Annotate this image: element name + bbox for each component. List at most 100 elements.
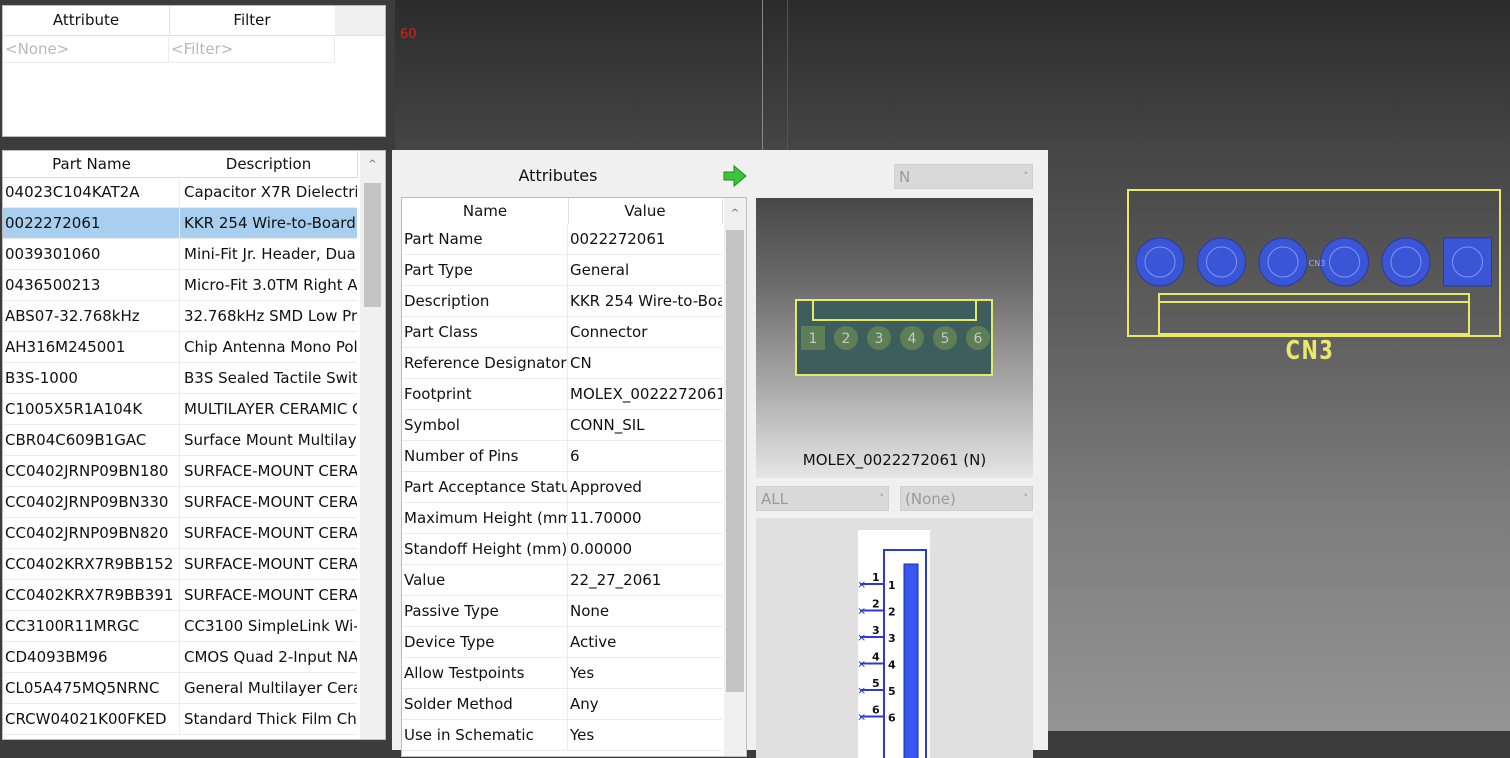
attribute-row[interactable]: Allow Testpoints Yes <box>402 658 722 689</box>
parts-table-row[interactable]: CBR04C609B1GAC Surface Mount Multilaye <box>3 425 357 456</box>
attribute-value-cell[interactable]: KKR 254 Wire-to-Boa <box>568 286 722 316</box>
footprint-pad-number: 3 <box>875 331 884 347</box>
column-header-name[interactable]: Name <box>402 198 569 224</box>
part-description-cell: Micro-Fit 3.0TM Right A <box>184 276 357 294</box>
symbol-preview: × 1 1 × 2 2 × 3 3 × 4 4 × 5 5 × 6 6 <box>756 518 1033 758</box>
attributes-table[interactable]: Name Value Part Name 0022272061 Part Type G… <box>401 197 747 757</box>
attribute-row[interactable]: Part Type General <box>402 255 722 286</box>
attribute-row[interactable]: Number of Pins 6 <box>402 441 722 472</box>
apply-arrow-button[interactable] <box>722 164 748 188</box>
part-name-cell: CC0402JRNP09BN330 <box>3 487 180 517</box>
parts-table-row[interactable]: CRCW04021K00FKED Standard Thick Film Chip <box>3 704 357 735</box>
attribute-value-cell[interactable]: None <box>568 596 722 626</box>
parts-scrollbar[interactable]: ^ <box>360 151 385 739</box>
attribute-row[interactable]: Standoff Height (mm) 0.00000 <box>402 534 722 565</box>
attribute-name-cell: Maximum Height (mm <box>402 503 568 533</box>
attribute-value-cell[interactable]: Connector <box>568 317 722 347</box>
symbol-filter-value: ALL <box>761 490 788 508</box>
pad-refdes-text: CN3 <box>1309 259 1326 268</box>
attribute-row[interactable]: Solder Method Any <box>402 689 722 720</box>
attributes-scrollbar[interactable]: ^ <box>724 198 746 756</box>
attribute-name-cell: Value <box>402 565 568 595</box>
attribute-value-cell[interactable]: Approved <box>568 472 722 502</box>
attribute-row[interactable]: Reference Designator CN <box>402 348 722 379</box>
column-header-attribute[interactable]: Attribute <box>3 6 170 36</box>
pcb-component-cn3[interactable]: CN3 <box>1126 188 1506 338</box>
parts-table-row[interactable]: 0039301060 Mini-Fit Jr. Header, Dual <box>3 239 357 270</box>
attribute-value-cell[interactable]: Yes <box>568 658 722 688</box>
attribute-value-cell[interactable]: 0.00000 <box>568 534 722 564</box>
attribute-value-cell[interactable]: CN <box>568 348 722 378</box>
filter-input-cell[interactable]: <Filter> <box>169 35 335 63</box>
attributes-scroll-thumb[interactable] <box>726 230 744 692</box>
attribute-row[interactable]: Part Name 0022272061 <box>402 224 722 255</box>
part-description-cell: Capacitor X7R Dielectric <box>184 183 357 201</box>
attribute-value-cell[interactable]: CONN_SIL <box>568 410 722 440</box>
attribute-value-cell[interactable]: Active <box>568 627 722 657</box>
parts-table-row[interactable]: CL05A475MQ5NRNC General Multilayer Ceran <box>3 673 357 704</box>
attribute-row[interactable]: Maximum Height (mm 11.70000 <box>402 503 722 534</box>
part-description-cell: General Multilayer Ceran <box>184 679 357 697</box>
parts-table[interactable]: Part Name Description 04023C104KAT2A Capa… <box>2 150 386 740</box>
attribute-value-cell[interactable]: Any <box>568 689 722 719</box>
attribute-value-cell[interactable]: 11.70000 <box>568 503 722 533</box>
parts-table-row[interactable]: CD4093BM96 CMOS Quad 2-Input NA <box>3 642 357 673</box>
parts-scroll-thumb[interactable] <box>364 183 381 307</box>
parts-table-row[interactable]: C1005X5R1A104K MULTILAYER CERAMIC C <box>3 394 357 425</box>
footprint-pad-number: 1 <box>809 331 818 347</box>
part-description-cell: SURFACE-MOUNT CERA <box>184 555 357 573</box>
parts-table-row[interactable]: B3S-1000 B3S Sealed Tactile Switc <box>3 363 357 394</box>
attribute-row[interactable]: Symbol CONN_SIL <box>402 410 722 441</box>
parts-table-row[interactable]: CC3100R11MRGC CC3100 SimpleLink Wi-F <box>3 611 357 642</box>
attributes-title: Attributes <box>518 166 598 185</box>
pin-no-connect-icon: × <box>858 658 866 671</box>
parts-table-row[interactable]: CC0402KRX7R9BB152 SURFACE-MOUNT CERA <box>3 549 357 580</box>
scroll-up-icon[interactable]: ^ <box>360 159 385 170</box>
attribute-value-cell[interactable]: General <box>568 255 722 285</box>
scroll-up-icon[interactable]: ^ <box>724 208 746 219</box>
parts-table-row[interactable]: CC0402JRNP09BN180 SURFACE-MOUNT CERA <box>3 456 357 487</box>
part-name-cell: CBR04C609B1GAC <box>3 425 180 455</box>
parts-table-row[interactable]: CC0402KRX7R9BB391 SURFACE-MOUNT CERA <box>3 580 357 611</box>
attribute-row[interactable]: Part Acceptance Status Approved <box>402 472 722 503</box>
attribute-row[interactable]: Value 22_27_2061 <box>402 565 722 596</box>
attribute-row[interactable]: Footprint MOLEX_0022272061 <box>402 379 722 410</box>
symbol-gate-select[interactable]: (None) ˅ <box>900 486 1033 511</box>
attribute-value-cell[interactable]: 0022272061 <box>568 224 722 254</box>
parts-table-row[interactable]: AH316M245001 Chip Antenna Mono Pol <box>3 332 357 363</box>
parts-table-row[interactable]: 0436500213 Micro-Fit 3.0TM Right A <box>3 270 357 301</box>
column-header-description[interactable]: Description <box>180 151 358 178</box>
parts-table-row[interactable]: CC0402JRNP09BN820 SURFACE-MOUNT CERA <box>3 518 357 549</box>
symbol-gate-value: (None) <box>905 490 956 508</box>
parts-table-row[interactable]: CC0402JRNP09BN330 SURFACE-MOUNT CERA <box>3 487 357 518</box>
attribute-value-cell[interactable]: Yes <box>568 720 722 750</box>
pin-no-connect-icon: × <box>858 605 866 618</box>
footprint-variant-select[interactable]: N ˅ <box>894 164 1033 189</box>
symbol-sheet: × 1 1 × 2 2 × 3 3 × 4 4 × 5 5 × 6 6 <box>858 530 930 758</box>
attribute-row[interactable]: Description KKR 254 Wire-to-Boa <box>402 286 722 317</box>
part-description-cell: SURFACE-MOUNT CERA <box>184 493 357 511</box>
attribute-name-cell: Reference Designator <box>402 348 568 378</box>
symbol-filter-select[interactable]: ALL ˅ <box>756 486 889 511</box>
part-name-cell: 0039301060 <box>3 239 180 269</box>
parts-table-row[interactable]: 04023C104KAT2A Capacitor X7R Dielectric <box>3 177 357 208</box>
attribute-row[interactable]: Device Type Active <box>402 627 722 658</box>
attribute-row[interactable]: Use in Schematic Yes <box>402 720 722 751</box>
column-header-filter[interactable]: Filter <box>169 6 336 36</box>
parts-table-row[interactable]: 0022272061 KKR 254 Wire-to-Board <box>3 208 357 239</box>
attribute-row[interactable]: Passive Type None <box>402 596 722 627</box>
attribute-value-cell[interactable]: 6 <box>568 441 722 471</box>
part-name-cell: CC0402KRX7R9BB152 <box>3 549 180 579</box>
parts-table-row[interactable]: ABS07-32.768kHz 32.768kHz SMD Low Pro <box>3 301 357 332</box>
attribute-row[interactable]: Part Class Connector <box>402 317 722 348</box>
attribute-value-cell[interactable]: MOLEX_0022272061 <box>568 379 722 409</box>
pcb-pad <box>1258 237 1308 287</box>
attribute-filter-table[interactable]: Attribute Filter <None> <Filter> <box>2 5 386 137</box>
attribute-name-cell: Number of Pins <box>402 441 568 471</box>
column-header-value[interactable]: Value <box>568 198 723 224</box>
attribute-value-cell[interactable]: 22_27_2061 <box>568 565 722 595</box>
part-name-cell: CC0402KRX7R9BB391 <box>3 580 180 610</box>
column-header-part-name[interactable]: Part Name <box>3 151 181 178</box>
attribute-select-cell[interactable]: <None> <box>3 35 169 63</box>
part-details-panel: Attributes Name Value Part Name 002227206… <box>392 150 1048 758</box>
